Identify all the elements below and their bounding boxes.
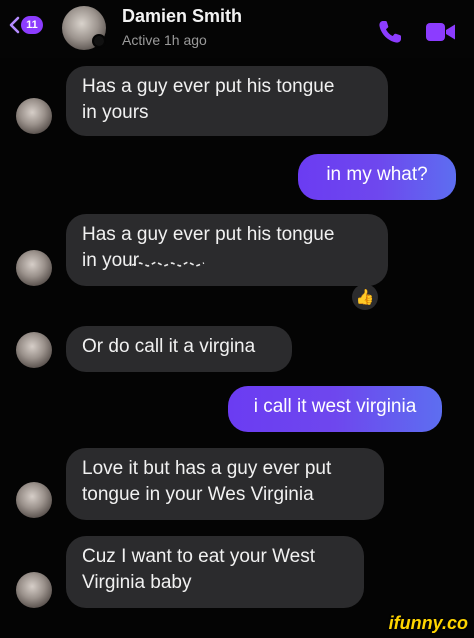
- outgoing-message[interactable]: i call it west virginia: [228, 386, 442, 432]
- sender-avatar[interactable]: [16, 250, 52, 286]
- sender-avatar[interactable]: [16, 482, 52, 518]
- incoming-message[interactable]: Has a guy ever put his tongue in yours: [66, 66, 388, 136]
- back-button[interactable]: 11: [8, 16, 43, 34]
- contact-avatar[interactable]: [62, 6, 106, 50]
- unread-count-badge: 11: [21, 16, 43, 34]
- site-watermark: ifunny.co: [388, 613, 468, 633]
- chat-header: 11 Damien Smith Active 1h ago: [0, 0, 474, 58]
- sender-avatar[interactable]: [16, 332, 52, 368]
- phone-icon[interactable]: [376, 18, 404, 46]
- video-camera-icon[interactable]: [425, 20, 457, 44]
- contact-name[interactable]: Damien Smith: [122, 6, 242, 27]
- censored-scribble: [131, 261, 205, 267]
- presence-dot: [92, 34, 106, 48]
- thumbs-up-icon[interactable]: 👍: [352, 284, 378, 310]
- sender-avatar[interactable]: [16, 98, 52, 134]
- sender-avatar[interactable]: [16, 572, 52, 608]
- chevron-left-icon: [9, 16, 20, 34]
- outgoing-message[interactable]: in my what?: [298, 154, 456, 200]
- incoming-message[interactable]: Has a guy ever put his tongue in your: [66, 214, 388, 286]
- contact-status: Active 1h ago: [122, 32, 207, 48]
- chat-screen: 11 Damien Smith Active 1h ago Has a guy …: [0, 0, 474, 638]
- incoming-message[interactable]: Or do call it a virgina: [66, 326, 292, 372]
- incoming-message[interactable]: Cuz I want to eat your West Virginia bab…: [66, 536, 364, 608]
- incoming-message[interactable]: Love it but has a guy ever put tongue in…: [66, 448, 384, 520]
